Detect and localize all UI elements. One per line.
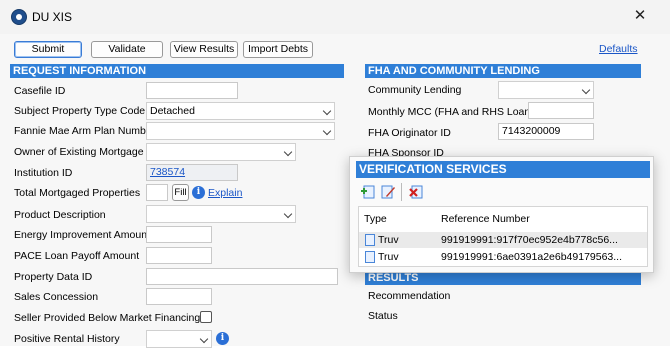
toolbar-separator	[401, 183, 402, 201]
info-icon[interactable]: i	[192, 186, 205, 199]
results-header: RESULTS	[365, 271, 641, 285]
casefile-id-label: Casefile ID	[14, 85, 66, 97]
total-mortgaged-label: Total Mortgaged Properties	[14, 187, 141, 199]
add-icon[interactable]	[360, 184, 376, 200]
sales-concession-input[interactable]	[146, 288, 212, 305]
product-description-select[interactable]	[146, 205, 296, 223]
chevron-down-icon	[322, 106, 332, 116]
app-logo-icon	[11, 9, 27, 25]
edit-icon[interactable]	[380, 184, 396, 200]
energy-improvement-label: Energy Improvement Amount	[14, 229, 150, 241]
fha-originator-id-input[interactable]: 7143200009	[498, 123, 594, 140]
verification-services-panel: VERIFICATION SERVICES Type Reference Num…	[349, 156, 654, 273]
document-icon	[365, 251, 375, 263]
institution-id-link[interactable]: 738574	[150, 166, 185, 178]
product-description-label: Product Description	[14, 209, 106, 221]
recommendation-label: Recommendation	[368, 290, 451, 302]
monthly-mcc-input[interactable]	[528, 102, 594, 119]
verification-table: Type Reference Number Truv 991919991:917…	[358, 206, 648, 267]
fannie-mae-arm-select[interactable]	[146, 122, 335, 140]
monthly-mcc-label: Monthly MCC (FHA and RHS Loans)	[368, 106, 539, 118]
document-icon	[365, 234, 375, 246]
fha-originator-id-label: FHA Originator ID	[368, 127, 451, 139]
info-icon[interactable]: i	[216, 332, 229, 345]
row-type: Truv	[378, 251, 399, 263]
table-row[interactable]: Truv 991919991:917f70ec952e4b778c56...	[359, 232, 647, 248]
fill-button[interactable]: Fill	[172, 184, 189, 201]
subject-property-type-label: Subject Property Type Code	[14, 105, 146, 117]
subject-property-type-select[interactable]: Detached	[146, 102, 335, 120]
property-data-id-label: Property Data ID	[14, 271, 93, 283]
verification-services-header: VERIFICATION SERVICES	[356, 161, 650, 178]
title-bar: DU XIS ✕	[0, 0, 670, 34]
window-title: DU XIS	[32, 10, 73, 24]
community-lending-select[interactable]	[498, 81, 594, 99]
seller-below-market-label: Seller Provided Below Market Financing	[14, 312, 201, 324]
positive-rental-history-label: Positive Rental History	[14, 333, 120, 345]
pace-loan-payoff-label: PACE Loan Payoff Amount	[14, 250, 140, 262]
positive-rental-history-select[interactable]	[146, 330, 212, 348]
validate-button[interactable]: Validate	[91, 41, 163, 58]
pace-loan-payoff-input[interactable]	[146, 247, 212, 264]
row-reference: 991919991:6ae0391a2e6b49179563...	[441, 251, 623, 263]
chevron-down-icon	[322, 126, 332, 136]
delete-icon[interactable]	[408, 184, 424, 200]
status-label: Status	[368, 310, 398, 322]
seller-below-market-checkbox[interactable]	[200, 311, 212, 323]
fannie-mae-arm-label: Fannie Mae Arm Plan Number	[14, 125, 156, 137]
owner-existing-mortgage-select[interactable]	[146, 143, 296, 161]
community-lending-label: Community Lending	[368, 84, 462, 96]
total-mortgaged-input[interactable]	[146, 184, 168, 201]
defaults-link[interactable]: Defaults	[599, 43, 638, 55]
owner-existing-mortgage-label: Owner of Existing Mortgage	[14, 146, 144, 158]
row-reference: 991919991:917f70ec952e4b778c56...	[441, 234, 618, 246]
submit-button[interactable]: Submit	[14, 41, 82, 58]
view-results-button[interactable]: View Results	[170, 41, 238, 58]
row-type: Truv	[378, 234, 399, 246]
casefile-id-input[interactable]	[146, 82, 238, 99]
explain-link[interactable]: Explain	[208, 187, 242, 199]
import-debts-button[interactable]: Import Debts	[243, 41, 313, 58]
chevron-down-icon	[199, 334, 209, 344]
table-row[interactable]: Truv 991919991:6ae0391a2e6b49179563...	[359, 249, 647, 265]
column-header-type: Type	[364, 213, 387, 225]
column-header-reference: Reference Number	[441, 213, 530, 225]
institution-id-label: Institution ID	[14, 167, 73, 179]
request-information-header: REQUEST INFORMATION	[10, 64, 344, 78]
energy-improvement-input[interactable]	[146, 226, 212, 243]
chevron-down-icon	[581, 85, 591, 95]
chevron-down-icon	[283, 147, 293, 157]
sales-concession-label: Sales Concession	[14, 291, 99, 303]
close-icon[interactable]: ✕	[632, 7, 648, 25]
chevron-down-icon	[283, 209, 293, 219]
subject-property-type-value: Detached	[150, 105, 195, 117]
institution-id-field[interactable]: 738574	[146, 164, 238, 181]
fha-community-lending-header: FHA AND COMMUNITY LENDING	[365, 64, 641, 78]
property-data-id-input[interactable]	[146, 268, 338, 285]
